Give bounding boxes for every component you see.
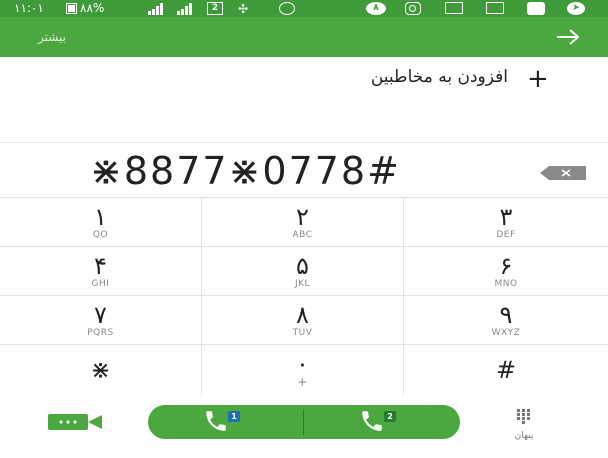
- add-to-contacts-row[interactable]: افزودن به مخاطبین +: [0, 57, 608, 142]
- mail-icon: [445, 2, 463, 14]
- sim-2-badge: 2: [384, 411, 396, 422]
- key-digit: ۶: [499, 252, 513, 280]
- key-digit: ۴: [94, 252, 107, 280]
- sim-icon: 2: [207, 2, 223, 15]
- key-letters: PQRS: [87, 328, 114, 338]
- status-time: ۱۱:۰۱: [14, 1, 44, 15]
- key-star[interactable]: ⋇: [0, 345, 202, 396]
- key-digit: ٣: [499, 203, 513, 231]
- key-8[interactable]: ٨ TUV: [202, 296, 404, 345]
- signal-icon: [177, 2, 197, 15]
- call-sim2-button[interactable]: 2: [304, 405, 460, 439]
- hide-keypad-button[interactable]: پنهان: [504, 409, 544, 449]
- key-2[interactable]: ٢ ABC: [202, 198, 404, 247]
- key-digit: ٨: [296, 301, 309, 329]
- plus-icon[interactable]: +: [527, 66, 549, 92]
- call-sim1-button[interactable]: 1: [148, 405, 304, 439]
- key-letters: JKL: [294, 279, 311, 289]
- number-row: ⋇8877⋇0778#: [0, 142, 608, 197]
- phone-icon: [206, 411, 226, 431]
- key-letters: GHI: [91, 279, 110, 289]
- battery-percent: ٨٨%: [80, 1, 105, 15]
- add-to-contacts-label[interactable]: افزودن به مخاطبین: [371, 67, 508, 87]
- key-1[interactable]: ١ QO: [0, 198, 202, 247]
- more-menu-button[interactable]: بیشتر: [38, 30, 66, 44]
- key-letters: TUV: [292, 328, 313, 338]
- key-digit: ۵: [296, 252, 309, 280]
- image-icon: [486, 2, 504, 14]
- alarm-icon: [279, 2, 295, 15]
- backspace-icon[interactable]: [540, 166, 586, 180]
- action-bar: بیشتر: [0, 17, 608, 57]
- key-4[interactable]: ۴ GHI: [0, 247, 202, 296]
- instagram-icon: [405, 2, 421, 15]
- key-hash[interactable]: #: [404, 345, 608, 396]
- telegram-icon: ➤: [567, 2, 585, 15]
- key-3[interactable]: ٣ DEF: [404, 198, 608, 247]
- keypad-grid-icon: [517, 409, 531, 425]
- dial-keypad: ١ QO ٢ ABC ٣ DEF ۴ GHI ۵ JKL ۶ MNO ٧ PQRS ٨ TUV …: [0, 197, 608, 396]
- key-digit: ٠: [296, 350, 309, 378]
- key-6[interactable]: ۶ MNO: [404, 247, 608, 296]
- key-digit: #: [495, 356, 517, 384]
- call-buttons: 1 2: [148, 405, 460, 439]
- arrow-right-icon[interactable]: [555, 27, 581, 47]
- status-bar: ۱۱:۰۱ ٨٨% 2 ✣ ٨ ➤: [0, 0, 608, 17]
- key-letters: ABC: [292, 230, 313, 240]
- key-digit: ٩: [499, 301, 513, 329]
- key-0[interactable]: ٠ +: [202, 345, 404, 396]
- key-digit: ١: [94, 203, 107, 231]
- key-digit: ٢: [296, 203, 309, 231]
- key-letters: +: [297, 375, 308, 389]
- sim-1-badge: 1: [228, 411, 240, 422]
- bottom-bar: 1 2 پنهان: [0, 395, 608, 458]
- dialed-number[interactable]: ⋇8877⋇0778#: [90, 149, 401, 193]
- key-7[interactable]: ٧ PQRS: [0, 296, 202, 345]
- battery-icon: [66, 3, 77, 14]
- key-5[interactable]: ۵ JKL: [202, 247, 404, 296]
- usb-icon: ✣: [238, 2, 249, 16]
- signal-icon: [148, 2, 168, 15]
- app-icon: [527, 2, 545, 15]
- key-letters: WXYZ: [491, 328, 521, 338]
- key-9[interactable]: ٩ WXYZ: [404, 296, 608, 345]
- notification-icon: ٨: [366, 2, 386, 15]
- hide-label: پنهان: [514, 431, 534, 441]
- key-digit: ٧: [94, 301, 107, 329]
- key-letters: MNO: [494, 279, 518, 289]
- key-letters: DEF: [496, 230, 516, 240]
- key-letters: QO: [92, 230, 109, 240]
- key-digit: ⋇: [90, 356, 111, 384]
- phone-icon: [362, 411, 382, 431]
- video-call-icon[interactable]: [48, 414, 102, 430]
